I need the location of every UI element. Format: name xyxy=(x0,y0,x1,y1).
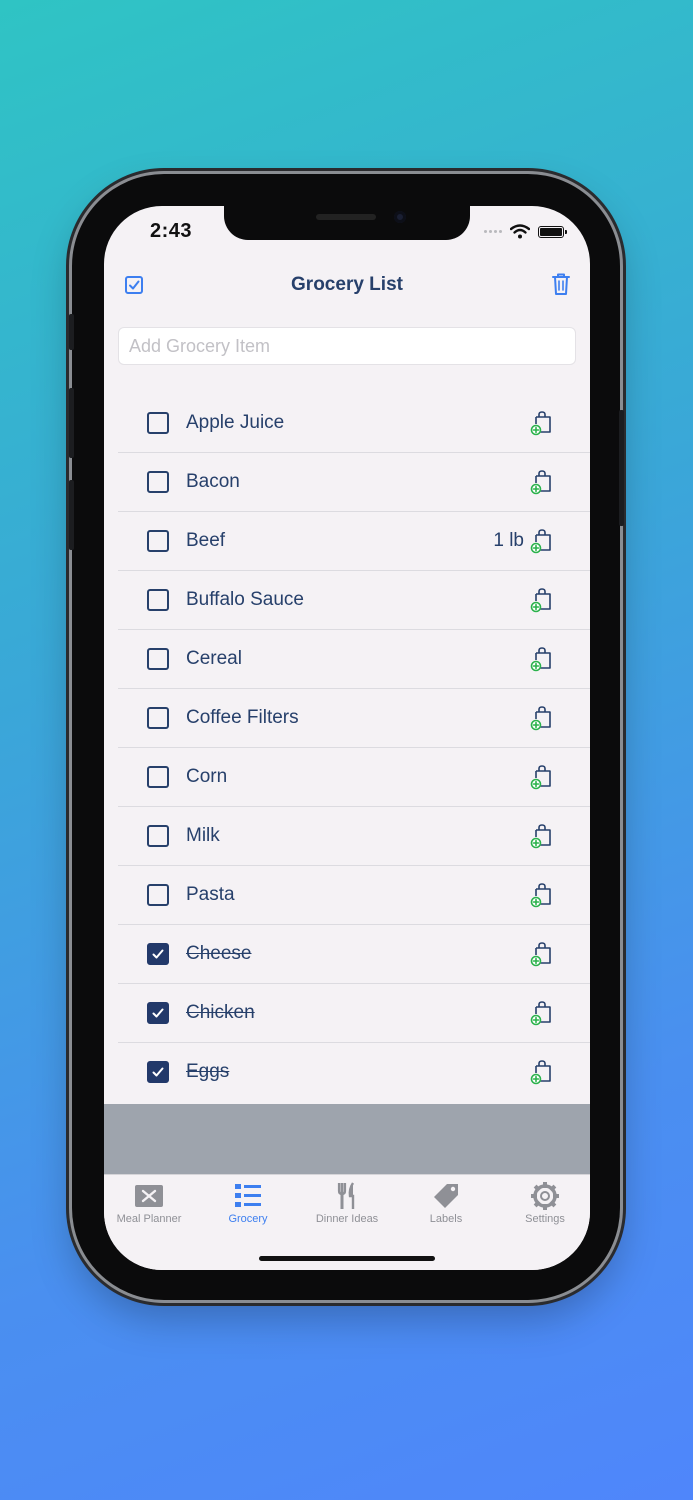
mute-switch xyxy=(69,314,74,350)
list-item[interactable]: Coffee Filters xyxy=(118,689,590,748)
item-checkbox[interactable] xyxy=(147,825,169,847)
add-to-bag-icon[interactable] xyxy=(530,1059,554,1085)
list-item[interactable]: Chicken xyxy=(118,984,590,1043)
tab-meal-planner[interactable]: Meal Planner xyxy=(104,1181,197,1225)
add-to-bag-icon[interactable] xyxy=(530,941,554,967)
gear-icon xyxy=(529,1181,561,1211)
navigation-bar: Grocery List xyxy=(104,266,590,306)
item-name: Corn xyxy=(186,766,228,787)
item-checkbox[interactable] xyxy=(147,589,169,611)
meal-planner-icon xyxy=(133,1181,165,1211)
notch xyxy=(224,206,470,240)
list-item[interactable]: Apple Juice xyxy=(118,394,590,453)
list-item[interactable]: Milk xyxy=(118,807,590,866)
item-name: Pasta xyxy=(186,884,235,905)
tab-dinner-ideas[interactable]: Dinner Ideas xyxy=(299,1181,395,1225)
list-item[interactable]: Cheese xyxy=(118,925,590,984)
list-item[interactable]: Buffalo Sauce xyxy=(118,571,590,630)
add-to-bag-icon[interactable] xyxy=(530,587,554,613)
add-to-bag-icon[interactable] xyxy=(530,1000,554,1026)
item-quantity: 1 lb xyxy=(493,530,524,551)
add-to-bag-icon[interactable] xyxy=(530,528,554,554)
item-name: Coffee Filters xyxy=(186,707,299,728)
wifi-icon xyxy=(510,224,530,239)
add-to-bag-icon[interactable] xyxy=(530,764,554,790)
item-checkbox[interactable] xyxy=(147,471,169,493)
item-checkbox[interactable] xyxy=(147,648,169,670)
add-to-bag-icon[interactable] xyxy=(530,469,554,495)
add-grocery-item-input[interactable] xyxy=(118,327,576,365)
tab-label: Labels xyxy=(429,1213,463,1225)
front-camera xyxy=(394,211,406,223)
list-item[interactable]: Corn xyxy=(118,748,590,807)
volume-down-button xyxy=(69,480,74,550)
trash-icon[interactable] xyxy=(550,272,572,296)
item-checkbox[interactable] xyxy=(147,412,169,434)
list-item[interactable]: Bacon xyxy=(118,453,590,512)
add-to-bag-icon[interactable] xyxy=(530,705,554,731)
item-name: Cereal xyxy=(186,648,242,669)
item-checkbox[interactable] xyxy=(147,530,169,552)
volume-up-button xyxy=(69,388,74,458)
list-item[interactable]: Eggs xyxy=(118,1043,590,1102)
item-checkbox[interactable] xyxy=(147,707,169,729)
list-item[interactable]: Beef 1 lb xyxy=(118,512,590,571)
cellular-signal-icon xyxy=(484,230,502,233)
item-checkbox[interactable] xyxy=(147,884,169,906)
status-time: 2:43 xyxy=(150,220,193,242)
tab-label: Meal Planner xyxy=(116,1213,182,1225)
fork-knife-icon xyxy=(331,1181,363,1211)
add-to-bag-icon[interactable] xyxy=(530,646,554,672)
speaker-grille xyxy=(316,214,376,220)
list-icon xyxy=(232,1181,264,1211)
power-button xyxy=(619,410,624,526)
battery-icon xyxy=(538,225,567,238)
empty-list-area xyxy=(104,1104,590,1174)
tab-label: Settings xyxy=(525,1213,565,1225)
tab-label: Grocery xyxy=(228,1213,268,1225)
tag-icon xyxy=(430,1181,462,1211)
tab-settings[interactable]: Settings xyxy=(497,1181,590,1225)
list-item[interactable]: Pasta xyxy=(118,866,590,925)
item-checkbox[interactable] xyxy=(147,766,169,788)
item-checkbox[interactable] xyxy=(147,1002,169,1024)
add-to-bag-icon[interactable] xyxy=(530,410,554,436)
item-name: Chicken xyxy=(186,1002,255,1023)
item-name: Apple Juice xyxy=(186,412,285,433)
home-indicator xyxy=(259,1256,435,1261)
grocery-list: Apple Juice Bacon Beef 1 lb Buffalo Sauce Cer… xyxy=(118,394,590,1102)
item-name: Buffalo Sauce xyxy=(186,589,304,610)
page-title: Grocery List xyxy=(291,274,403,295)
add-to-bag-icon[interactable] xyxy=(530,882,554,908)
tab-labels[interactable]: Labels xyxy=(398,1181,494,1225)
item-checkbox[interactable] xyxy=(147,1061,169,1083)
status-icons xyxy=(484,224,567,239)
item-name: Beef xyxy=(186,530,226,551)
item-name: Eggs xyxy=(186,1061,230,1082)
tab-grocery[interactable]: Grocery xyxy=(200,1181,296,1225)
app-screen: 2:43 Grocery List Apple Juice Bacon Beef 1 … xyxy=(104,206,590,1270)
tab-label: Dinner Ideas xyxy=(315,1213,379,1225)
item-name: Milk xyxy=(186,825,220,846)
add-to-bag-icon[interactable] xyxy=(530,823,554,849)
item-checkbox[interactable] xyxy=(147,943,169,965)
item-name: Bacon xyxy=(186,471,240,492)
list-item[interactable]: Cereal xyxy=(118,630,590,689)
item-name: Cheese xyxy=(186,943,252,964)
